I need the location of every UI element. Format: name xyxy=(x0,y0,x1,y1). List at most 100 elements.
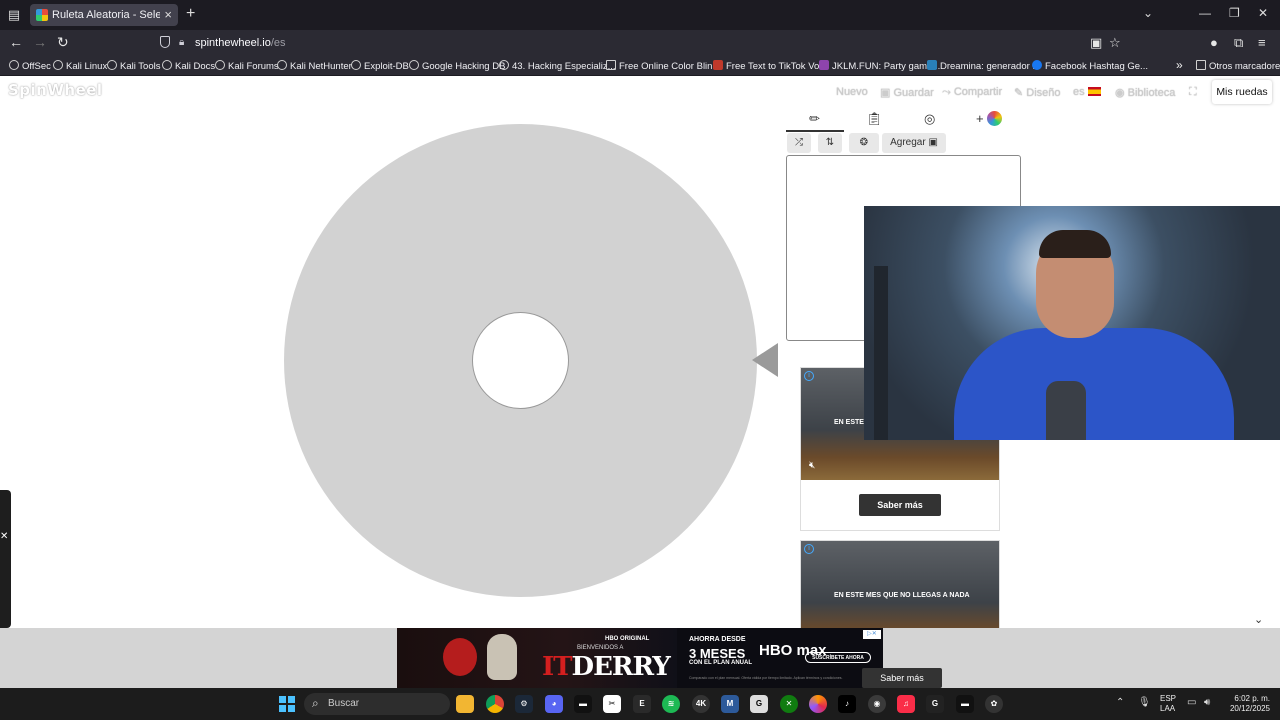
account-icon[interactable]: ● xyxy=(1210,35,1218,50)
minimize-icon[interactable]: — xyxy=(1199,6,1211,20)
ad-cta-button-2[interactable]: Saber más xyxy=(862,668,942,688)
sort-button[interactable]: ⇅ xyxy=(818,133,842,153)
bookmark-item[interactable]: Kali Forums xyxy=(215,60,279,72)
bookmark-item[interactable]: OffSec xyxy=(9,60,51,72)
volume-icon[interactable]: 🔊︎ xyxy=(1204,697,1210,708)
tab-add-color-icon[interactable]: + xyxy=(976,111,1003,126)
shuffle-button[interactable]: ⤮ xyxy=(787,133,811,153)
taskbar-search[interactable]: ⌕ Buscar xyxy=(304,693,450,715)
g-hub-icon[interactable]: G xyxy=(750,695,768,713)
reload-icon[interactable]: ↻ xyxy=(57,34,69,51)
bookmark-star-icon[interactable]: ☆ xyxy=(1109,35,1121,51)
wheel-center-button[interactable] xyxy=(472,312,569,409)
mis-ruedas-button[interactable]: Mis ruedas xyxy=(1212,80,1272,104)
chatgpt-icon[interactable]: ✿ xyxy=(985,695,1003,713)
tracking-shield-icon[interactable] xyxy=(160,36,170,48)
banner-offer-line1: AHORRA DESDE xyxy=(689,636,746,643)
side-popup-panel[interactable] xyxy=(0,490,11,628)
menu-compartir[interactable]: ⤳ Compartir xyxy=(942,86,1002,99)
browser-tab[interactable]: Ruleta Aleatoria - Selector Perso × xyxy=(30,4,178,26)
chrome-icon[interactable] xyxy=(486,695,504,713)
bookmark-item[interactable]: Google Hacking DB xyxy=(409,60,505,72)
maximize-icon[interactable]: ❐ xyxy=(1229,6,1240,20)
ad-cta-button[interactable]: Saber más xyxy=(859,494,941,516)
tiktok-icon[interactable]: ♪ xyxy=(838,695,856,713)
firefox-icon[interactable] xyxy=(809,695,827,713)
menu-nuevo[interactable]: Nuevo xyxy=(836,86,868,98)
spinwheel-logo[interactable]: SpinWheel xyxy=(8,81,103,99)
menu-icon[interactable]: ≡ xyxy=(1258,35,1266,50)
music-icon[interactable]: ♫ xyxy=(897,695,915,713)
ad-info-icon[interactable]: i xyxy=(804,544,814,554)
banner-hbo-original: HBO ORIGINAL xyxy=(605,636,650,642)
bookmark-item[interactable]: JKLM.FUN: Party game... xyxy=(819,60,940,72)
bookmark-item[interactable]: Free Text to TikTok Voi... xyxy=(713,60,829,72)
tab-results-clipboard-icon[interactable]: 📋︎ xyxy=(866,111,883,127)
menu-biblioteca[interactable]: ◉ Biblioteca xyxy=(1115,86,1175,99)
chevron-down-icon[interactable]: ⌄ xyxy=(1254,613,1263,626)
bookmark-item[interactable]: Dreamina: generador ... xyxy=(927,60,1040,72)
epic-games-icon[interactable]: E xyxy=(633,695,651,713)
add-image-button[interactable]: Agregar ▣ xyxy=(882,133,946,153)
tab-overview-icon[interactable]: ▤ xyxy=(6,7,22,23)
side-popup-close-icon[interactable]: ✕ xyxy=(0,531,8,542)
taskbar-clock[interactable]: 6:02 p. m. 20/12/2025 xyxy=(1226,694,1270,714)
ad-choices-icon[interactable]: ▷✕ xyxy=(863,630,881,639)
menu-guardar[interactable]: ▣ Guardar xyxy=(880,86,934,99)
network-icon[interactable]: ▭ xyxy=(1187,697,1196,708)
4k-downloader-icon[interactable]: 4K xyxy=(692,695,710,713)
person-body xyxy=(954,328,1234,440)
more-bookmarks-icon[interactable]: » xyxy=(1176,58,1183,72)
new-tab-icon[interactable]: + xyxy=(186,5,195,23)
tab-edit-pencil-icon[interactable]: ✏ xyxy=(809,111,820,127)
windows-start-icon[interactable] xyxy=(279,696,295,712)
bookmark-item[interactable]: Exploit-DB xyxy=(351,60,409,72)
forward-icon[interactable]: → xyxy=(33,34,47,50)
globe-icon xyxy=(409,60,419,70)
obs-icon[interactable]: ◉ xyxy=(868,695,886,713)
bookmark-item[interactable]: Kali Linux xyxy=(53,60,107,72)
tab-close-icon[interactable]: × xyxy=(164,7,172,22)
bookmark-item[interactable]: Facebook Hashtag Ge... xyxy=(1032,60,1148,72)
menu-diseno[interactable]: ✎ Diseño xyxy=(1014,86,1061,99)
file-explorer-icon[interactable] xyxy=(456,695,474,713)
terminal-2-icon[interactable]: ▬ xyxy=(956,695,974,713)
close-window-icon[interactable]: ✕ xyxy=(1258,6,1268,20)
mx-app-icon[interactable]: M xyxy=(721,695,739,713)
back-icon[interactable]: ← xyxy=(9,34,23,50)
g-app-icon[interactable]: G xyxy=(926,695,944,713)
xbox-icon[interactable]: ✕ xyxy=(780,695,798,713)
bookmark-item[interactable]: Free Online Color Blin... xyxy=(606,60,720,72)
globe-icon xyxy=(53,60,63,70)
tab-list-chevron-icon[interactable]: ⌄ xyxy=(1143,6,1153,20)
microphone-icon[interactable]: 🎙︎ xyxy=(1138,697,1151,708)
extensions-icon[interactable]: ⧉ xyxy=(1234,35,1243,51)
bookmark-item[interactable]: 43. Hacking Especializ... xyxy=(499,60,616,72)
other-bookmarks-folder[interactable]: Otros marcadores xyxy=(1196,60,1280,72)
steam-icon[interactable]: ⚙ xyxy=(515,695,533,713)
spin-wheel[interactable] xyxy=(284,124,757,597)
tray-overflow-icon[interactable]: ⌃ xyxy=(1116,697,1124,708)
language-indicator[interactable]: ESP LAA xyxy=(1160,694,1176,714)
reader-view-icon[interactable]: ▣ xyxy=(1090,35,1102,51)
mute-icon[interactable]: 🔇︎ xyxy=(809,460,815,471)
bookmark-item[interactable]: Kali Docs xyxy=(162,60,215,72)
banner-subscribe-button[interactable]: SUSCRÍBETE AHORA xyxy=(805,652,871,663)
capcut-icon[interactable]: ✂ xyxy=(603,695,621,713)
fullscreen-icon[interactable]: ⛶ xyxy=(1189,86,1197,99)
windows-taskbar: ⌕ Buscar ⚙ ◕ ▬ ✂ E ≋ 4K M G ✕ ♪ ◉ ♫ G ▬ … xyxy=(0,688,1280,720)
language-selector[interactable]: es xyxy=(1073,86,1101,98)
spotify-icon[interactable]: ≋ xyxy=(662,695,680,713)
lock-icon[interactable]: 🔒︎ xyxy=(179,37,184,48)
ai-button[interactable]: ❂ xyxy=(849,133,879,153)
bookmark-item[interactable]: Kali Tools xyxy=(107,60,161,72)
discord-icon[interactable]: ◕ xyxy=(545,695,563,713)
terminal-icon[interactable]: ▬ xyxy=(574,695,592,713)
url-text: spinthewheel.io/es xyxy=(195,37,286,49)
ad-card[interactable]: i EN ESTE MES QUE NO LLEGAS A NADA xyxy=(800,540,1000,653)
bookmark-item[interactable]: Kali NetHunter xyxy=(277,60,352,72)
ad-info-icon[interactable]: i xyxy=(804,371,814,381)
hbo-banner-ad[interactable]: HBO ORIGINAL BIENVENIDOS A ITDERRY AHORR… xyxy=(397,628,883,688)
tab-hidden-eye-icon[interactable]: ◎ xyxy=(924,111,935,127)
address-bar[interactable]: 🔒︎ spinthewheel.io/es xyxy=(152,32,1132,54)
